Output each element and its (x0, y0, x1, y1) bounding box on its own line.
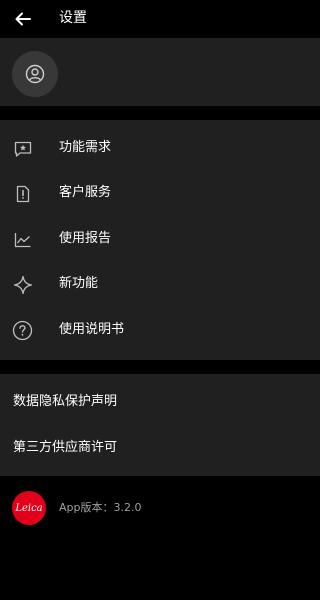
menu-item-label: 使用说明书 (59, 322, 125, 337)
footer: Leica App版本：3.2.0 (0, 476, 320, 600)
menu-item-label: 使用报告 (59, 231, 112, 246)
avatar[interactable] (12, 51, 58, 97)
leica-logo: Leica (12, 491, 46, 525)
sparkle-icon (12, 274, 33, 295)
menu-item-label: 客户服务 (59, 185, 112, 200)
app-version: App版本：3.2.0 (59, 501, 142, 514)
help-circle-icon (12, 320, 33, 341)
menu-item-usage-report[interactable]: 使用报告 (0, 217, 320, 262)
link-label: 数据隐私保护声明 (13, 394, 118, 409)
profile-section (0, 38, 320, 106)
feedback-star-icon (12, 138, 33, 159)
menu-item-customer-service[interactable]: 客户服务 (0, 171, 320, 216)
link-privacy-statement[interactable]: 数据隐私保护声明 (0, 380, 320, 425)
document-exclamation-icon (12, 183, 33, 204)
page-title: 设置 (59, 10, 87, 26)
menu-item-feature-request[interactable]: 功能需求 (0, 126, 320, 171)
menu-item-label: 功能需求 (59, 140, 112, 155)
back-button[interactable] (10, 6, 36, 32)
menu-item-new-features[interactable]: 新功能 (0, 262, 320, 307)
line-chart-icon (12, 229, 33, 250)
menu-section: 功能需求 客户服务 使用报告 新功能 使用说明书 (0, 120, 320, 360)
menu-item-label: 新功能 (59, 276, 99, 291)
user-circle-icon (25, 64, 45, 84)
link-label: 第三方供应商许可 (13, 440, 118, 455)
top-bar: 设置 (0, 0, 320, 38)
link-third-party-licenses[interactable]: 第三方供应商许可 (0, 426, 320, 471)
menu-item-manual[interactable]: 使用说明书 (0, 308, 320, 353)
links-section: 数据隐私保护声明 第三方供应商许可 (0, 374, 320, 476)
logo-text: Leica (15, 502, 43, 514)
arrow-left-icon (15, 12, 31, 26)
